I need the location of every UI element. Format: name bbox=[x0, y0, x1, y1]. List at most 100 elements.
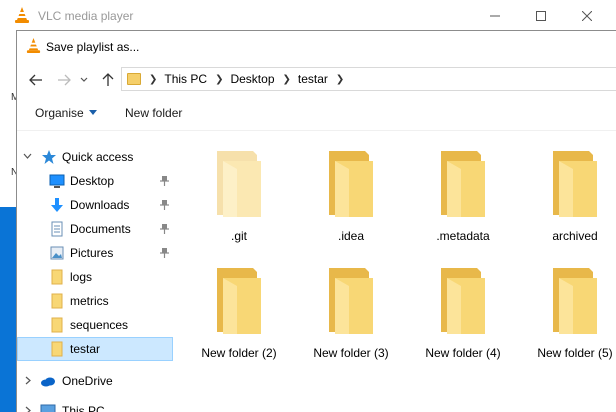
sidebar-item-downloads[interactable]: Downloads bbox=[17, 193, 173, 217]
file-item[interactable]: New folder (2) bbox=[185, 260, 285, 370]
pin-icon[interactable] bbox=[160, 176, 169, 186]
new-folder-button[interactable]: New folder bbox=[125, 106, 182, 120]
navigation-bar: ❯ This PC ❯ Desktop ❯ testar ❯ bbox=[17, 61, 616, 97]
chevron-down-icon bbox=[80, 77, 88, 82]
file-name: New folder (3) bbox=[313, 346, 389, 360]
sidebar-item-label: This PC bbox=[62, 404, 105, 412]
chevron-down-icon[interactable] bbox=[23, 153, 32, 159]
sidebar-item-label: OneDrive bbox=[62, 374, 113, 388]
sidebar-item-label: Desktop bbox=[70, 174, 115, 188]
breadcrumb-desktop[interactable]: Desktop bbox=[230, 72, 274, 86]
pin-icon[interactable] bbox=[160, 224, 169, 234]
organise-label: Organise bbox=[35, 106, 84, 120]
chevron-right-icon[interactable]: ❯ bbox=[336, 74, 344, 85]
command-bar: Organise New folder bbox=[17, 97, 616, 131]
file-item[interactable]: New folder (5) bbox=[521, 260, 616, 370]
sidebar-item-documents[interactable]: Documents bbox=[17, 217, 173, 241]
folder-icon bbox=[441, 151, 485, 217]
maximize-icon bbox=[536, 11, 546, 21]
navigation-pane: Quick access Desktop Downloads Documents… bbox=[17, 135, 175, 412]
dialog-titlebar: Save playlist as... bbox=[17, 31, 616, 61]
pictures-icon bbox=[50, 246, 64, 260]
arrow-left-icon bbox=[29, 74, 42, 86]
file-name: New folder (5) bbox=[537, 346, 613, 360]
chevron-right-icon[interactable]: ❯ bbox=[149, 74, 157, 85]
sidebar-item-label: logs bbox=[70, 270, 93, 284]
folder-icon bbox=[217, 151, 261, 217]
sidebar-item-label: Downloads bbox=[70, 198, 130, 212]
recent-locations-button[interactable] bbox=[77, 69, 91, 91]
sidebar-item-label: Documents bbox=[70, 222, 131, 236]
sidebar-item-quick-access[interactable]: Quick access bbox=[17, 145, 173, 169]
desktop-icon bbox=[49, 174, 65, 188]
arrow-up-icon bbox=[102, 73, 114, 86]
vlc-playlist-area bbox=[0, 207, 16, 412]
vlc-body: M N bbox=[0, 32, 19, 412]
sidebar-item-pictures[interactable]: Pictures bbox=[17, 241, 173, 265]
pin-icon[interactable] bbox=[160, 248, 169, 258]
vlc-title: VLC media player bbox=[38, 9, 134, 23]
vlc-titlebar: VLC media player bbox=[0, 0, 616, 32]
breadcrumb-this-pc[interactable]: This PC bbox=[164, 72, 207, 86]
chevron-right-icon[interactable] bbox=[25, 406, 31, 412]
close-button[interactable] bbox=[564, 0, 610, 32]
sidebar-item-label: sequences bbox=[70, 318, 129, 332]
minimize-button[interactable] bbox=[472, 0, 518, 32]
sidebar-item-label: testar bbox=[70, 342, 101, 356]
sidebar-item-sequences[interactable]: sequences bbox=[17, 313, 173, 337]
arrow-right-icon bbox=[58, 74, 71, 86]
save-playlist-dialog: Save playlist as... ❯ This PC ❯ Desktop … bbox=[16, 30, 616, 412]
sidebar-item-this-pc[interactable]: This PC bbox=[17, 399, 173, 412]
vlc-cone-icon bbox=[15, 7, 29, 23]
file-name: .idea bbox=[337, 229, 365, 243]
close-icon bbox=[582, 11, 592, 21]
back-button[interactable] bbox=[25, 69, 47, 91]
sidebar-item-label: Quick access bbox=[62, 150, 134, 164]
folder-icon bbox=[51, 269, 63, 285]
sidebar-item-logs[interactable]: logs bbox=[17, 265, 173, 289]
sidebar-item-metrics[interactable]: metrics bbox=[17, 289, 173, 313]
maximize-button[interactable] bbox=[518, 0, 564, 32]
folder-icon bbox=[553, 151, 597, 217]
file-name: .git bbox=[230, 229, 247, 243]
folder-icon bbox=[553, 268, 597, 334]
computer-icon bbox=[40, 404, 56, 412]
documents-icon bbox=[51, 221, 63, 237]
pin-icon[interactable] bbox=[160, 200, 169, 210]
file-item[interactable]: New folder (3) bbox=[297, 260, 397, 370]
cloud-icon bbox=[41, 377, 55, 387]
folder-icon bbox=[441, 268, 485, 334]
file-item[interactable]: .idea bbox=[297, 143, 397, 253]
chevron-right-icon[interactable]: ❯ bbox=[215, 74, 223, 85]
file-name: New folder (4) bbox=[425, 346, 501, 360]
folder-icon bbox=[51, 293, 63, 309]
sidebar-item-onedrive[interactable]: OneDrive bbox=[17, 369, 173, 393]
file-item[interactable]: .metadata bbox=[409, 143, 509, 253]
organise-button[interactable]: Organise bbox=[35, 106, 97, 120]
address-bar[interactable]: ❯ This PC ❯ Desktop ❯ testar ❯ bbox=[121, 67, 616, 91]
sidebar-item-desktop[interactable]: Desktop bbox=[17, 169, 173, 193]
folder-icon bbox=[127, 73, 141, 85]
folder-icon bbox=[329, 268, 373, 334]
sidebar-item-testar[interactable]: testar bbox=[17, 337, 173, 361]
sidebar-item-label: Pictures bbox=[70, 246, 114, 260]
file-name: New folder (2) bbox=[201, 346, 277, 360]
sidebar-item-label: metrics bbox=[70, 294, 109, 308]
file-item[interactable]: archived bbox=[521, 143, 616, 253]
folder-icon bbox=[51, 317, 63, 333]
dialog-title: Save playlist as... bbox=[46, 40, 140, 54]
star-icon bbox=[42, 150, 56, 164]
breadcrumb-testar[interactable]: testar bbox=[298, 72, 328, 86]
chevron-right-icon[interactable]: ❯ bbox=[283, 74, 291, 85]
caret-down-icon bbox=[88, 110, 97, 115]
file-item[interactable]: .git bbox=[185, 143, 285, 253]
file-name: archived bbox=[552, 229, 598, 243]
file-list: .git .idea .metadata archived New folder… bbox=[175, 135, 616, 412]
file-item[interactable]: New folder (4) bbox=[409, 260, 509, 370]
up-button[interactable] bbox=[97, 69, 119, 91]
download-icon bbox=[51, 198, 63, 212]
minimize-icon bbox=[490, 15, 500, 17]
file-name: .metadata bbox=[436, 229, 490, 243]
forward-button[interactable] bbox=[53, 69, 75, 91]
chevron-right-icon[interactable] bbox=[25, 376, 31, 385]
